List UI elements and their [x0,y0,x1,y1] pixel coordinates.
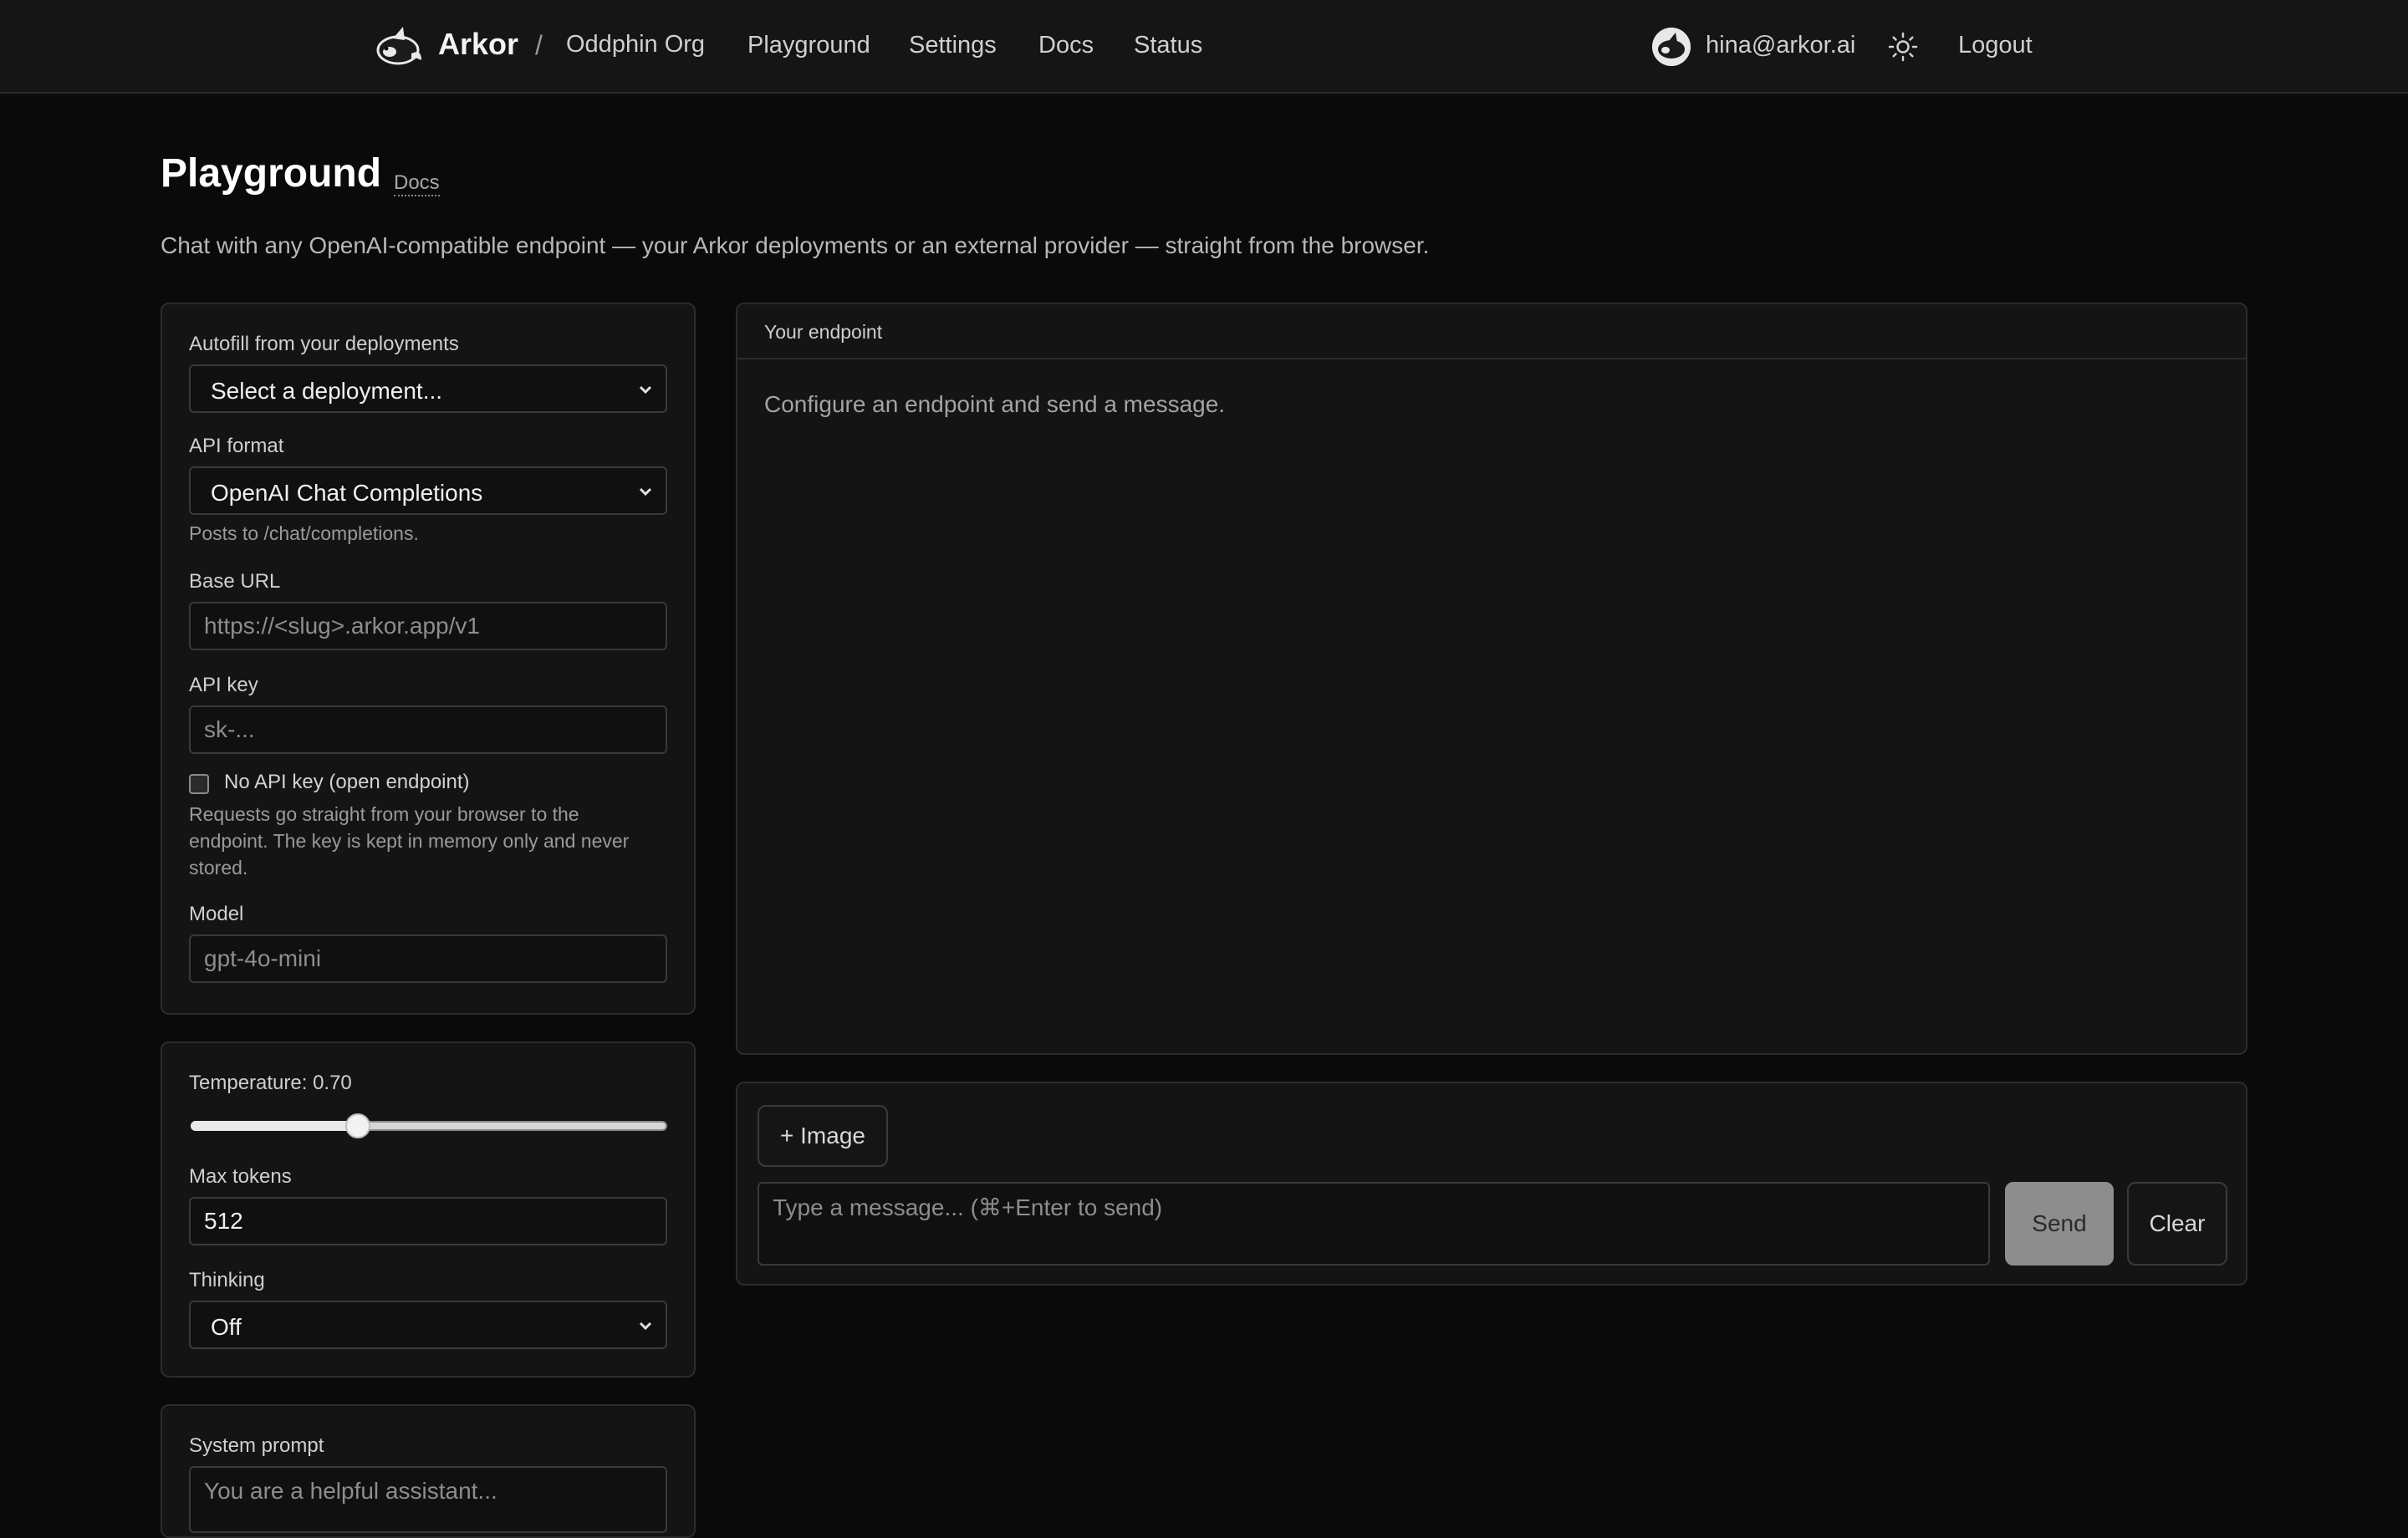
api-key-hint: Requests go straight from your browser t… [189,803,630,878]
no-api-key-checkbox[interactable] [189,774,209,794]
thinking-select[interactable]: Off [189,1301,667,1349]
message-composer: + Image Send Clear [736,1082,2247,1286]
thinking-select-value: Off [211,1314,242,1340]
max-tokens-label: Max tokens [189,1165,292,1188]
page-title: Playground [161,151,382,196]
base-url-input[interactable] [189,602,667,650]
base-url-label: Base URL [189,570,281,593]
orca-avatar-icon [1652,28,1691,66]
send-button[interactable]: Send [2005,1182,2114,1266]
sun-icon[interactable] [1888,32,1918,62]
deployment-select-value: Select a deployment... [211,378,443,404]
deployment-select[interactable]: Select a deployment... [189,364,667,413]
chat-panel: Your endpoint Configure an endpoint and … [736,303,2247,1055]
add-image-button[interactable]: + Image [758,1105,888,1167]
chevron-down-icon [639,1322,652,1331]
brand-name[interactable]: Arkor [438,27,518,62]
model-input[interactable] [189,935,667,983]
top-navbar: Arkor / Oddphin Org Playground Settings … [0,0,2408,94]
user-email[interactable]: hina@arkor.ai [1706,32,1855,59]
autofill-label: Autofill from your deployments [189,333,459,355]
thinking-label: Thinking [189,1269,265,1291]
nav-link-settings[interactable]: Settings [909,32,997,59]
temperature-label: Temperature: 0.70 [189,1072,352,1094]
clear-button[interactable]: Clear [2127,1182,2227,1266]
api-format-label: API format [189,435,284,457]
orca-logo-icon [376,27,421,65]
nav-link-playground[interactable]: Playground [747,32,870,59]
api-format-hint: Posts to /chat/completions. [189,522,419,544]
no-api-key-label[interactable]: No API key (open endpoint) [224,771,470,794]
nav-link-status[interactable]: Status [1134,32,1202,59]
chevron-down-icon [639,487,652,497]
breadcrumb-separator: / [535,30,543,60]
chevron-down-icon [639,385,652,395]
logout-button[interactable]: Logout [1958,32,2033,59]
endpoint-title: Your endpoint [764,321,883,343]
page-subtitle: Chat with any OpenAI-compatible endpoint… [161,232,1430,258]
system-prompt-input[interactable] [189,1466,667,1533]
system-prompt-panel: System prompt [161,1404,696,1538]
chat-header: Your endpoint [737,304,2246,359]
message-input[interactable] [758,1182,1990,1266]
nav-link-docs[interactable]: Docs [1038,32,1094,59]
org-switcher[interactable]: Oddphin Org [566,31,705,59]
slider-fill [191,1121,358,1131]
slider-thumb[interactable] [344,1113,370,1138]
endpoint-config-panel: Autofill from your deployments Select a … [161,303,696,1015]
brand-logo-link[interactable] [373,23,423,70]
api-key-input[interactable] [189,705,667,754]
temperature-slider[interactable] [191,1113,667,1138]
chat-empty-state: Configure an endpoint and send a message… [764,391,1226,417]
model-label: Model [189,903,244,925]
docs-link[interactable]: Docs [394,171,440,196]
system-prompt-label: System prompt [189,1434,324,1457]
avatar[interactable] [1652,28,1691,66]
api-key-label: API key [189,674,258,696]
max-tokens-input[interactable] [189,1197,667,1245]
api-format-select[interactable]: OpenAI Chat Completions [189,466,667,515]
generation-params-panel: Temperature: 0.70 Max tokens Thinking Of… [161,1041,696,1378]
api-format-select-value: OpenAI Chat Completions [211,480,483,506]
